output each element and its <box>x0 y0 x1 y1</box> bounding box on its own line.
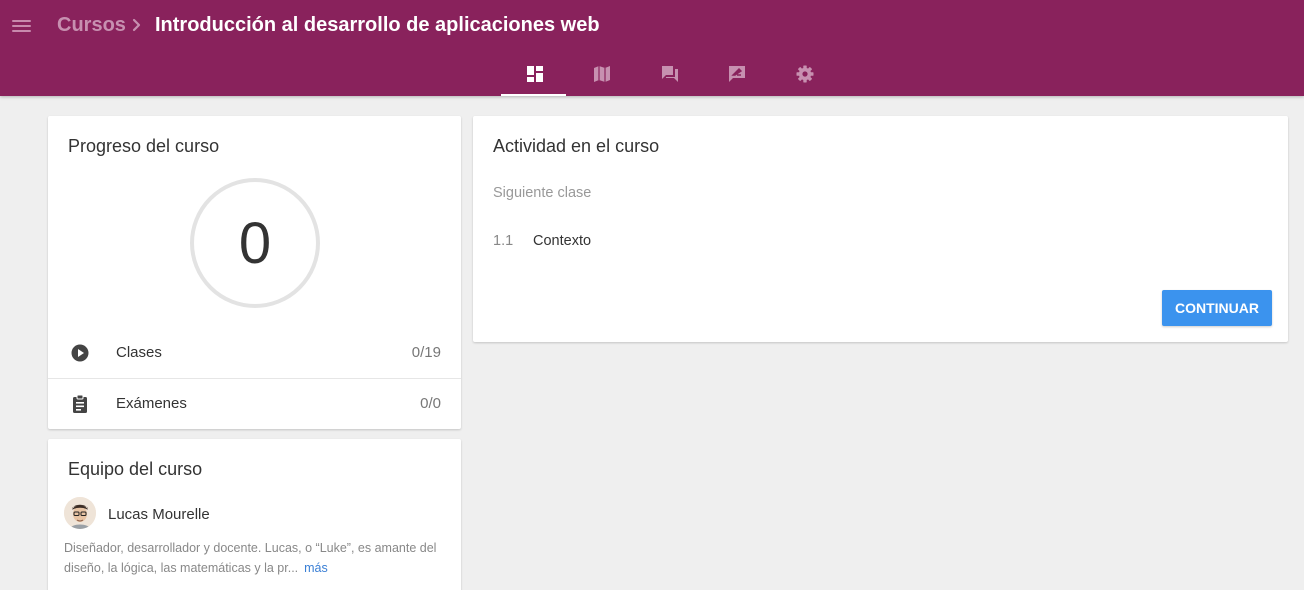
tab-reviews[interactable] <box>704 52 772 96</box>
continue-button[interactable]: CONTINUAR <box>1162 290 1272 326</box>
tab-dashboard[interactable] <box>501 52 569 96</box>
stat-value: 0/19 <box>411 344 441 361</box>
more-link[interactable]: más <box>304 561 328 575</box>
member-name[interactable]: Lucas Mourelle <box>108 506 210 523</box>
member-bio-text: Diseñador, desarrollador y docente. Luca… <box>64 541 437 575</box>
member-bio: Diseñador, desarrollador y docente. Luca… <box>64 538 450 578</box>
activity-card: Actividad en el curso Siguiente clase 1.… <box>473 116 1288 342</box>
progress-title: Progreso del curso <box>68 136 220 156</box>
stat-label: Exámenes <box>116 395 187 412</box>
tab-forum[interactable] <box>636 52 704 96</box>
stat-label: Clases <box>116 344 162 361</box>
stat-row-clases[interactable]: Clases 0/19 <box>48 328 461 378</box>
lesson-number: 1.1 <box>493 233 514 249</box>
page-title: Introducción al desarrollo de aplicacion… <box>155 14 600 36</box>
settings-icon <box>796 65 814 83</box>
stat-row-examenes[interactable]: Exámenes 0/0 <box>48 379 461 429</box>
rate-review-icon <box>729 66 746 82</box>
chevron-right-icon <box>132 18 141 32</box>
team-title: Equipo del curso <box>68 459 203 479</box>
activity-title: Actividad en el curso <box>493 136 660 156</box>
menu-icon[interactable] <box>11 16 33 34</box>
assignment-icon <box>73 394 87 413</box>
map-icon <box>594 66 611 82</box>
course-tabs <box>501 52 839 96</box>
team-card: Equipo del curso Lucas Mourelle Diseñado… <box>48 439 461 590</box>
forum-icon <box>661 66 678 82</box>
progress-value: 0 <box>238 210 272 276</box>
dashboard-icon <box>526 66 543 82</box>
stat-value: 0/0 <box>420 395 441 412</box>
tab-map[interactable] <box>569 52 637 96</box>
top-app-bar: Cursos Introducción al desarrollo de apl… <box>0 0 1304 96</box>
breadcrumb-cursos[interactable]: Cursos <box>57 14 126 37</box>
tab-settings[interactable] <box>771 52 839 96</box>
progress-ring: 0 <box>190 178 320 308</box>
next-class-label: Siguiente clase <box>493 185 592 201</box>
avatar[interactable] <box>64 497 96 529</box>
play-circle-icon <box>71 344 89 362</box>
lesson-name[interactable]: Contexto <box>533 233 591 249</box>
progress-card: Progreso del curso 0 Clases 0/19 Exámene… <box>48 116 461 429</box>
